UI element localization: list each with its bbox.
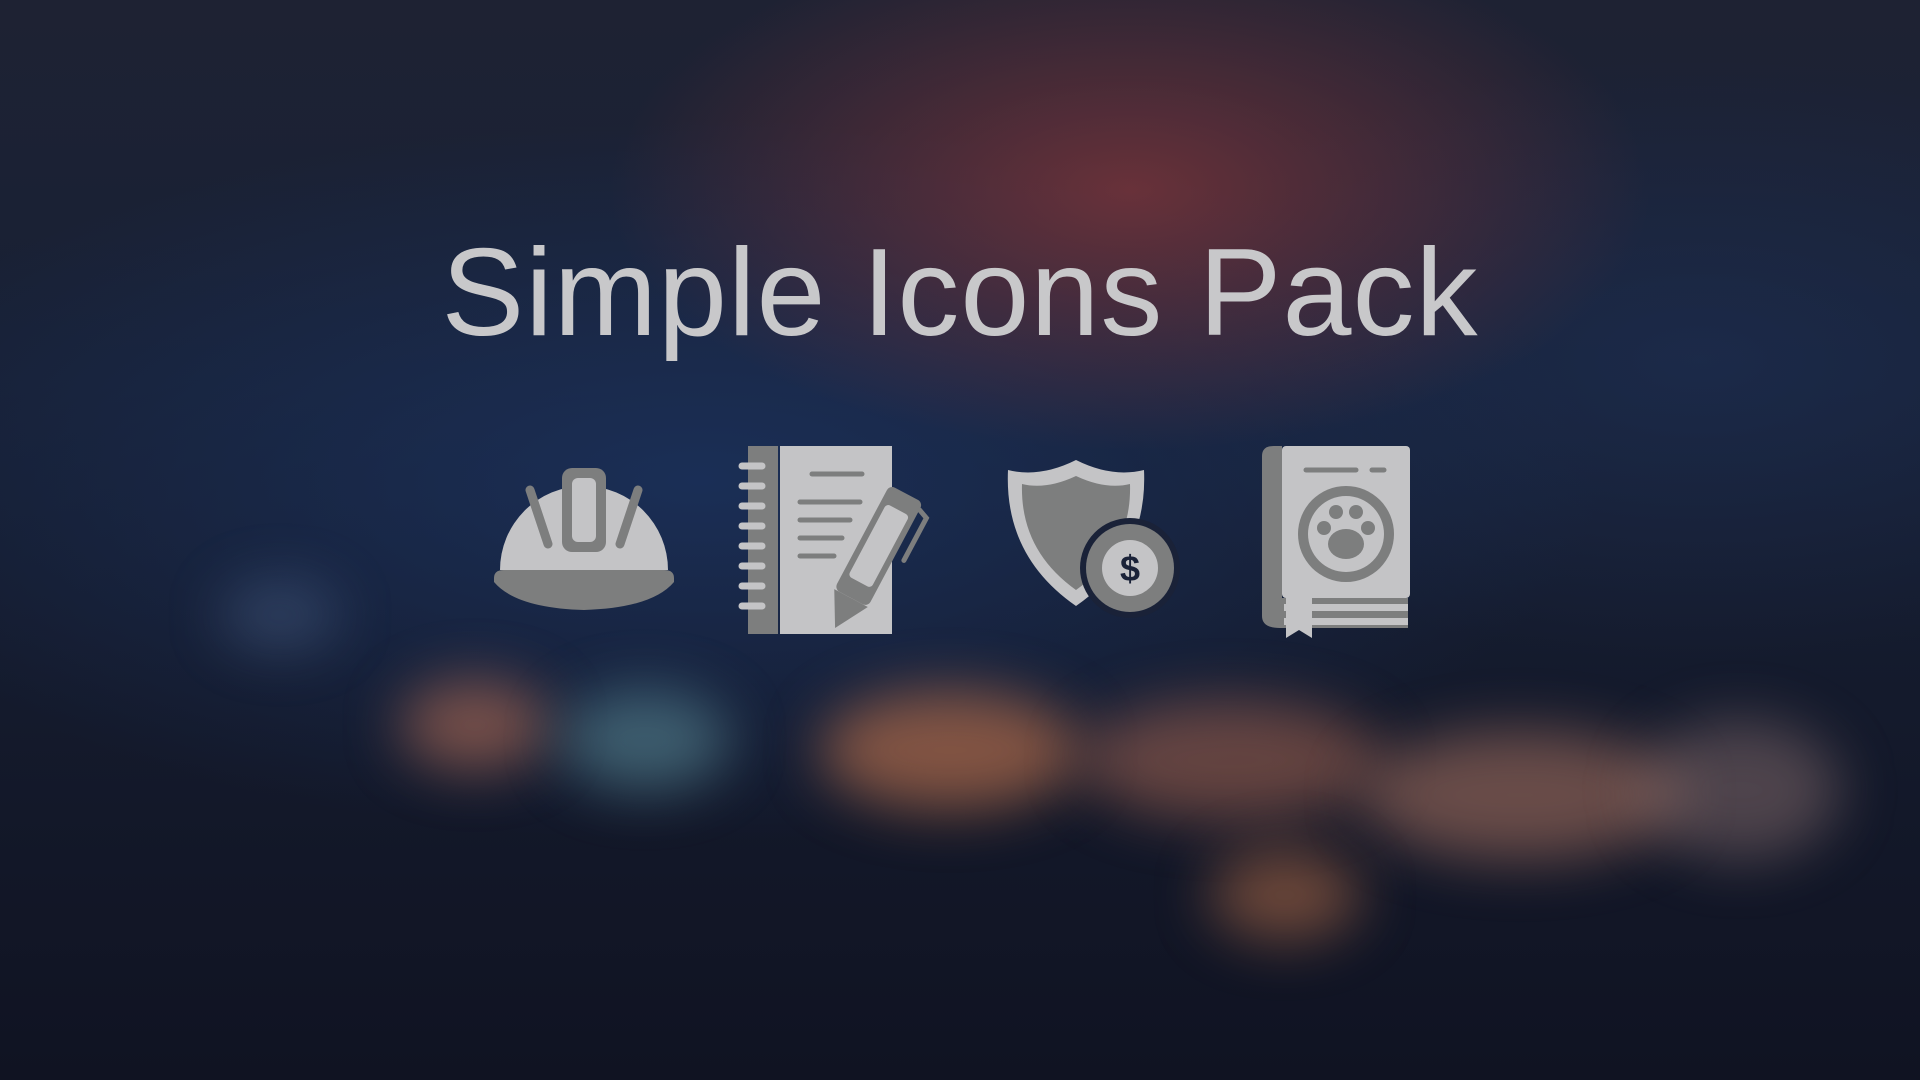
banner-background: Simple Icons Pack $ bbox=[0, 0, 1920, 1080]
notebook-pen-icon bbox=[738, 444, 930, 636]
bokeh-light bbox=[1080, 700, 1380, 820]
bokeh-light bbox=[560, 690, 730, 790]
shield-dollar-icon: $ bbox=[1002, 456, 1186, 620]
bokeh-light bbox=[400, 680, 550, 770]
bokeh-light bbox=[1210, 850, 1360, 940]
svg-text:$: $ bbox=[1120, 548, 1140, 589]
pet-book-icon bbox=[1260, 444, 1412, 640]
hard-hat-icon bbox=[492, 462, 676, 614]
bokeh-light bbox=[820, 690, 1080, 810]
bokeh-light bbox=[220, 580, 340, 650]
bokeh-light bbox=[1640, 720, 1840, 860]
page-title: Simple Icons Pack bbox=[441, 224, 1479, 362]
bokeh-light bbox=[1360, 730, 1680, 860]
